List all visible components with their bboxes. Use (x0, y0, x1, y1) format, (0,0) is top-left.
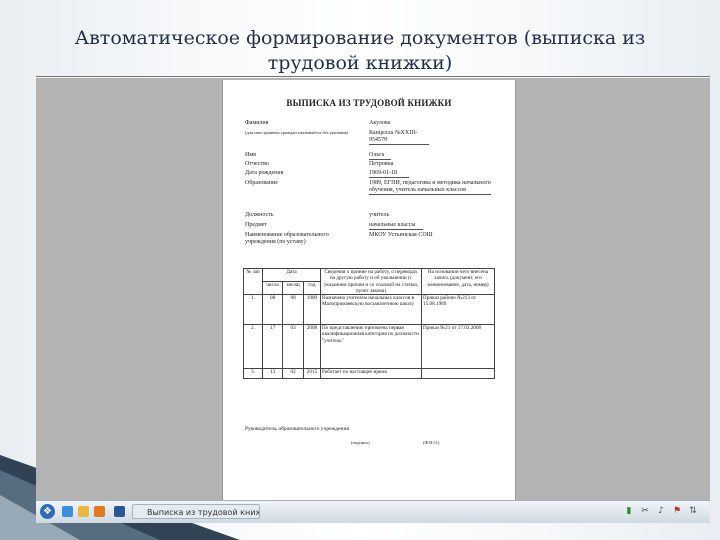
document-page: ВЫПИСКА ИЗ ТРУДОВОЙ КНИЖКИ Фамилия Акуло… (222, 80, 516, 500)
field-label-surname: Фамилия (245, 120, 269, 126)
field-value-position: учитель (369, 212, 390, 218)
media-player-icon[interactable] (94, 506, 105, 517)
field-value-name: Ольга (369, 152, 391, 160)
footer-sign-label: (подпись) (351, 440, 370, 445)
table-cell: 2015 (302, 368, 322, 380)
table-cell: 03 (282, 324, 304, 370)
table-cell (421, 368, 495, 380)
field-label-birthdate: Дата рождения (245, 170, 284, 176)
table-cell: 08 (261, 294, 284, 326)
field-value-birthdate: 1969-01-18 (369, 170, 409, 178)
table-cell: Приказ районо №213 от 15.08.1989 (421, 294, 495, 326)
flag-icon[interactable]: ⚑ (672, 505, 682, 517)
field-label-institution: Наименование образовательного учреждения… (245, 232, 329, 245)
field-label-note: (для иностранных граждан указывается без… (245, 130, 349, 135)
field-label-education: Образование (245, 180, 278, 186)
ie-icon[interactable] (62, 506, 73, 517)
field-label-name: Имя (245, 152, 256, 158)
table-header-row: № зап Дата Сведения о приеме на работу, … (243, 267, 495, 296)
table-cell: 02 (282, 368, 304, 380)
table-row: 1. 08 08 1989 Назначена учителем начальн… (243, 294, 495, 326)
table-cell: 1989 (302, 294, 322, 326)
table-header-cell: Дата (262, 267, 321, 283)
field-value-institution: МКОУ Устьинская СОШ (369, 232, 433, 238)
table-row: 3. 13 02 2015 Работает по настоящее врем… (243, 368, 495, 380)
table-cell: 13 (261, 368, 284, 380)
table-header-cell: № зап (243, 267, 263, 296)
table-cell: 3. (243, 368, 263, 380)
footer-fio-label: (Ф.И.О.) (423, 440, 440, 445)
table-cell: 1. (243, 294, 263, 326)
word-icon[interactable] (114, 506, 125, 517)
arrows-icon[interactable]: ⇅ (688, 505, 698, 517)
field-value-education: 1989, ЕГПИ, педагогика и методика началь… (369, 180, 491, 195)
table-row: 2. 17 03 2008 По представлению присвоена… (243, 324, 495, 370)
table-header-cell: месяц (282, 281, 304, 296)
taskbar-window-label: Выписка из трудовой книжки (147, 508, 259, 517)
table-cell: Работает по настоящее время (320, 368, 422, 380)
table-cell: 08 (282, 294, 304, 326)
field-value-subject: начальные классы (369, 222, 423, 230)
start-orb-icon[interactable]: ❖ (40, 504, 55, 519)
field-value-surname: Акулова (369, 120, 391, 126)
network-icon[interactable]: ▮ (624, 505, 634, 517)
table-cell: По представлению присвоена первая квалиф… (320, 324, 422, 370)
field-value-note: Канцелла №XXIII-954579 (369, 130, 429, 145)
scissors-icon[interactable]: ✂ (640, 505, 650, 517)
footer-head-label: Руководитель образовательного учреждения (245, 426, 349, 432)
title-divider (36, 76, 710, 77)
table-cell: 17 (261, 324, 284, 370)
table-cell: Приказ №21 от 17.03.2008 (421, 324, 495, 370)
field-label-subject: Предмет (245, 222, 268, 228)
volume-icon[interactable]: ♪ (656, 505, 666, 517)
table-cell: 2008 (302, 324, 322, 370)
table-header-cell: Сведения о приеме на работу, о переводах… (320, 267, 422, 296)
field-label-patronymic: Отчество (245, 161, 269, 167)
document-heading: ВЫПИСКА ИЗ ТРУДОВОЙ КНИЖКИ (286, 98, 452, 108)
table-header-cell: число (261, 281, 284, 296)
slide-title: Автоматическое формирование документов (… (74, 27, 646, 74)
field-label-position: Должность (245, 212, 274, 218)
employment-history-table: № зап Дата Сведения о приеме на работу, … (243, 267, 495, 380)
table-header-cell: год (302, 281, 322, 296)
table-header-cell: На основании чего внесена запись (докуме… (421, 267, 495, 296)
windows-taskbar: ❖ Выписка из трудовой книжки ▮ ✂ ♪ ⚑ ⇅ (36, 500, 710, 523)
taskbar-window-button[interactable]: Выписка из трудовой книжки (132, 504, 260, 519)
table-cell: Назначена учителем начальных классов в М… (320, 294, 422, 326)
table-cell: 2. (243, 324, 263, 370)
folder-icon[interactable] (78, 506, 89, 517)
embedded-screenshot: ВЫПИСКА ИЗ ТРУДОВОЙ КНИЖКИ Фамилия Акуло… (36, 78, 710, 500)
field-value-patronymic: Петровна (369, 161, 394, 167)
